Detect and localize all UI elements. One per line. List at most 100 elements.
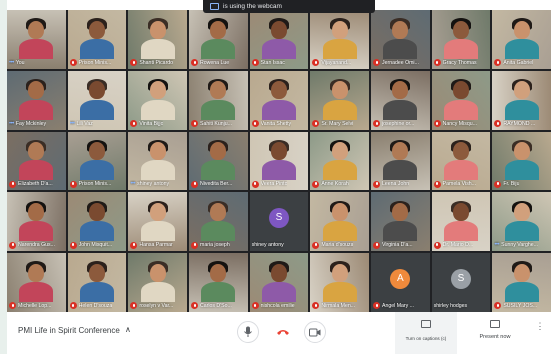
participant-label: Shanti Picardo [130, 59, 186, 67]
participant-tile[interactable]: Sshiney antony [249, 192, 309, 252]
participant-tile[interactable]: Virginia D'a... [371, 192, 430, 252]
participant-tile[interactable]: Narendra Gus... [7, 192, 66, 252]
participant-label: Anne Korah [312, 180, 368, 188]
participant-tile[interactable]: Nirmala Men... [310, 253, 369, 312]
participant-tile[interactable]: Leena John [371, 131, 430, 191]
mic-muted-icon [433, 241, 441, 249]
participant-tile[interactable]: roselyn v Var... [128, 253, 187, 312]
participant-tile[interactable]: Rowena Lue [189, 10, 248, 69]
speaking-indicator-icon: ••• [130, 181, 136, 188]
mic-muted-icon [433, 180, 441, 188]
participant-tile[interactable]: Prison Minis... [67, 10, 127, 69]
mic-muted-icon [494, 302, 502, 310]
mic-muted-icon [130, 302, 138, 310]
participant-label: Veera Pinto [251, 180, 308, 188]
mic-muted-icon [312, 302, 320, 310]
mic-muted-icon [494, 59, 502, 67]
participant-tile[interactable]: Jernadee Omi... [371, 10, 430, 69]
participant-tile[interactable]: Elizabeth D'a... [7, 131, 66, 191]
participant-name: Gracy Thomas [442, 59, 477, 66]
participant-figure [322, 38, 357, 59]
participant-face [452, 20, 469, 39]
mic-muted-icon [191, 180, 198, 188]
participant-figure [504, 99, 539, 120]
mic-muted-icon [373, 180, 380, 188]
participant-label: Nancy Misqu... [433, 120, 490, 128]
participant-tile[interactable]: Sr. Mary Selvi [310, 70, 369, 130]
video-camera-icon [309, 328, 321, 336]
participant-tile[interactable]: ••• Fay Mckinley [7, 70, 66, 130]
participant-tile[interactable]: Gracy Thomas [431, 10, 491, 69]
participant-name: Vijayanand... [321, 59, 352, 66]
participant-tile[interactable]: Shanti Picardo [128, 10, 187, 69]
participant-face [331, 81, 348, 100]
participant-figure [504, 38, 539, 59]
participant-tile[interactable]: John Misquit... [67, 192, 127, 252]
captions-button[interactable]: Turn on captions (c) [395, 312, 457, 354]
participant-tile[interactable]: Hansa Parmar [128, 192, 187, 252]
participant-tile[interactable]: Stan Issac [249, 10, 309, 69]
participant-tile[interactable]: Vinita Bijjo [128, 70, 187, 130]
participant-label: Angel Mary ... [373, 302, 429, 310]
participant-label: Hansa Parmar [130, 241, 186, 249]
participant-tile[interactable]: maria joseph [189, 192, 248, 252]
present-now-button[interactable]: Present now [470, 312, 520, 354]
participant-label: Leena John [373, 180, 429, 188]
participant-figure [261, 99, 296, 120]
participant-face [452, 202, 469, 221]
participant-tile[interactable]: Helen D'souza [67, 253, 127, 312]
participant-tile[interactable]: Vijayanand... [310, 10, 369, 69]
participant-name: Stan Issac [260, 59, 285, 66]
participant-name: Shanti Picardo [139, 59, 174, 66]
participant-face [88, 263, 105, 282]
participant-tile[interactable]: Sshirley hodges [431, 253, 491, 312]
participant-tile[interactable]: Anne Korah [310, 131, 369, 191]
participant-tile[interactable]: RAYMOND ... [492, 70, 551, 130]
chevron-up-icon[interactable]: ∧ [125, 325, 131, 334]
participant-figure [504, 221, 539, 242]
participant-tile[interactable]: Michelle Lop... [7, 253, 66, 312]
participant-tile[interactable]: A Angel Mary ... [371, 253, 430, 312]
participant-tile[interactable]: Prison Minis... [67, 131, 127, 191]
participant-tile[interactable]: Nivedita Ber... [189, 131, 248, 191]
more-options-icon[interactable]: ⋮ [535, 322, 545, 343]
participant-face [88, 81, 105, 100]
participant-tile[interactable]: josephine or... [371, 70, 430, 130]
participant-name: Vinita Bijjo [139, 120, 164, 127]
speaking-indicator-icon: ••• [494, 242, 500, 249]
participant-avatar: S [268, 207, 289, 228]
participant-name: Fay Mckinley [15, 120, 47, 127]
participant-tile[interactable]: ••• shiney antony [128, 131, 187, 191]
participant-tile[interactable]: Veera Pinto [249, 131, 309, 191]
participant-tile[interactable]: ••• You [7, 10, 66, 69]
participant-label: Prison Minis... [69, 59, 126, 67]
participant-label: josephine or... [373, 120, 429, 128]
participant-tile[interactable]: Fr. Biju [492, 131, 551, 191]
participant-tile[interactable]: Nancy Misqu... [431, 70, 491, 130]
participant-tile[interactable]: Anita Gabriel [492, 10, 551, 69]
participant-tile[interactable]: ••• Sunny Varghe... [492, 192, 551, 252]
participant-tile[interactable]: Sahiti Kunju... [189, 70, 248, 130]
participant-tile[interactable]: Dr. Mario D... [431, 192, 491, 252]
participant-tile[interactable]: Pamela Vish... [431, 131, 491, 191]
participant-tile[interactable]: Carlos D'So... [189, 253, 248, 312]
participant-tile[interactable]: nishcola emilie [249, 253, 309, 312]
participant-face [513, 142, 530, 161]
participant-label: Vanita Shetty [251, 120, 308, 128]
participant-tile[interactable]: SUSILY JOS... [492, 253, 551, 312]
participant-figure [19, 221, 54, 242]
participant-tile[interactable]: ••• Lili Vaz [67, 70, 127, 130]
participant-tile[interactable]: Maria d'souza [310, 192, 369, 252]
camera-button[interactable] [304, 321, 326, 343]
hang-up-button[interactable] [272, 321, 294, 343]
participant-name: Sahiti Kunju... [200, 120, 233, 127]
meeting-title[interactable]: PMI Life in Spirit Conference [18, 326, 120, 335]
participant-face [513, 263, 530, 282]
microphone-button[interactable] [237, 321, 259, 343]
participant-figure [383, 38, 418, 59]
participant-tile[interactable]: Vanita Shetty [249, 70, 309, 130]
mic-muted-icon [373, 302, 380, 310]
participant-face [452, 81, 469, 100]
participant-label: Jernadee Omi... [373, 59, 429, 67]
mic-muted-icon [130, 59, 138, 67]
